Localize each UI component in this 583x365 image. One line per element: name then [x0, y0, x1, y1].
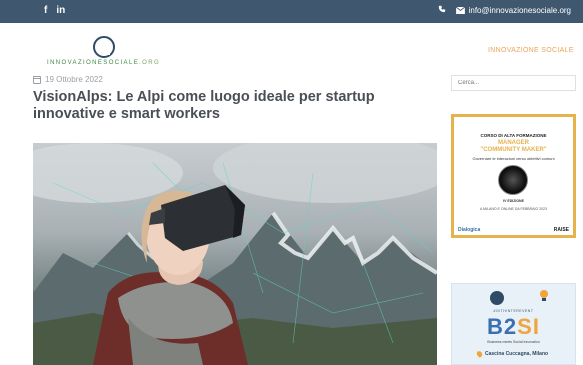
event-hashtag: #OITHINTEREVENT	[493, 309, 534, 313]
article-date: 19 Ottobre 2022	[33, 75, 103, 84]
banner-edition: IV EDIZIONE	[503, 199, 524, 203]
banner-network-graphic-icon	[498, 165, 528, 195]
banner-course-title: MANAGER "COMMUNITY MAKER"	[480, 140, 547, 153]
banner-footer-logos: Dialogica RAISE	[458, 227, 569, 233]
banner-course-heading: CORSO DI ALTA FORMAZIONE	[480, 133, 547, 138]
contact-info: info@innovazionesociale.org	[438, 5, 571, 15]
email-link[interactable]: info@innovazionesociale.org	[455, 5, 571, 15]
course-banner-ad[interactable]: CORSO DI ALTA FORMAZIONE MANAGER "COMMUN…	[451, 114, 576, 238]
organizer-logo-icon	[490, 291, 504, 305]
article-title: VisionAlps: Le Alpi come luogo ideale pe…	[33, 89, 375, 122]
logo-wordmark: INNOVAZIONESOCIALE.ORG	[47, 60, 161, 66]
search-input[interactable]	[451, 75, 576, 91]
calendar-icon	[33, 75, 41, 84]
social-links: f in	[44, 5, 65, 16]
article-hero-image	[33, 143, 437, 365]
date-text: 19 Ottobre 2022	[45, 75, 103, 84]
event-logo-text: B2SI	[487, 314, 540, 339]
b2si-event-banner-ad[interactable]: #OITHINTEREVENT B2SI Business meets Soci…	[451, 283, 576, 365]
top-bar: f in info@innovazionesociale.org	[0, 0, 583, 23]
envelope-icon	[455, 6, 465, 14]
logo-ring-icon	[93, 36, 115, 58]
banner-course-subtitle: Governare le interazioni verso obiettivi…	[472, 156, 555, 161]
nav-item-innovazione-sociale[interactable]: INNOVAZIONE SOCIALE	[488, 47, 574, 54]
location-pin-icon	[475, 350, 484, 358]
linkedin-icon[interactable]: in	[56, 5, 65, 16]
event-strapline: Business meets Social Innovation	[487, 340, 540, 344]
facebook-icon[interactable]: f	[44, 5, 47, 16]
lightbulb-icon	[539, 289, 549, 302]
raise-logo: RAISE	[553, 227, 569, 233]
site-logo[interactable]: INNOVAZIONESOCIALE.ORG	[47, 36, 167, 70]
phone-icon[interactable]	[438, 5, 446, 15]
dialogica-logo: Dialogica	[458, 227, 481, 233]
event-location: Cascina Cuccagna, Milano	[475, 350, 548, 358]
email-text: info@innovazionesociale.org	[468, 5, 571, 15]
banner-dates: A MILANO E ONLINE DA FEBBRAIO 2023	[480, 207, 547, 211]
